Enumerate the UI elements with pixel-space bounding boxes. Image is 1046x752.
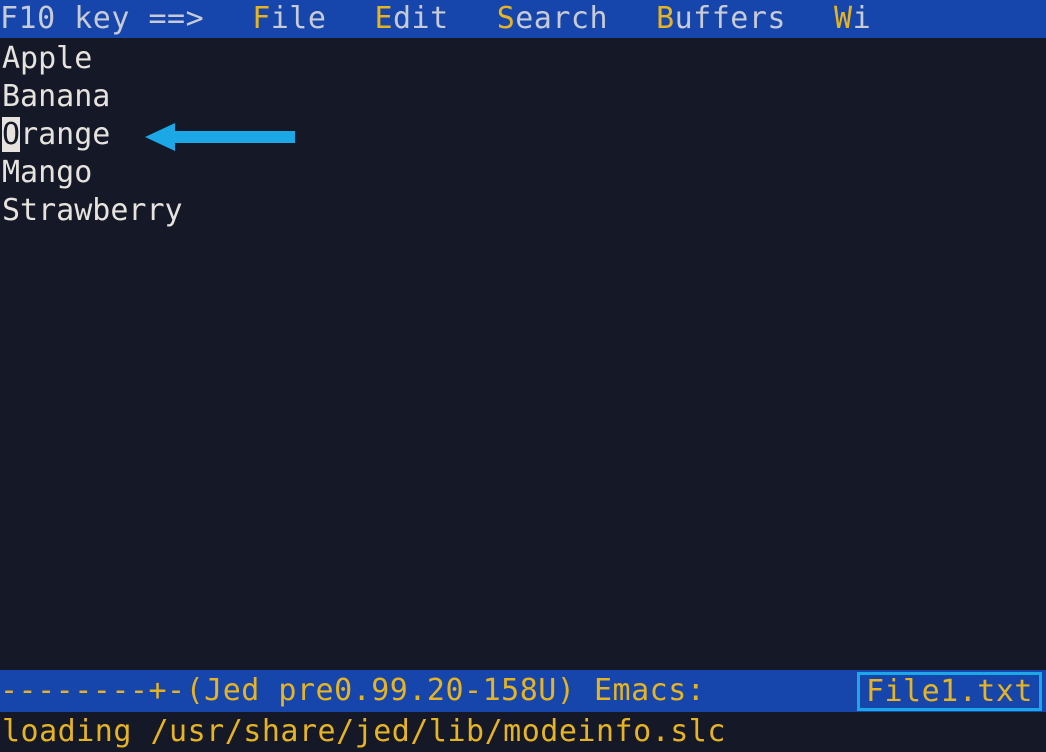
- minibuffer[interactable]: loading /usr/share/jed/lib/modeinfo.slc: [0, 712, 1046, 752]
- arrow-shaft: [175, 131, 295, 143]
- status-main: --------+-(Jed pre0.99.20-158U) Emacs:: [0, 672, 857, 710]
- minibuffer-text: loading /usr/share/jed/lib/modeinfo.slc: [2, 713, 726, 751]
- editor-line: Strawberry: [2, 192, 1046, 230]
- menu-buffers[interactable]: Buffers: [656, 0, 786, 38]
- annotation-arrow: [145, 123, 295, 151]
- menu-search[interactable]: Search: [497, 0, 608, 38]
- editor-line: Apple: [2, 40, 1046, 78]
- status-filename: File1.txt: [857, 672, 1042, 711]
- status-mode: Emacs:: [594, 673, 705, 708]
- menu-bar[interactable]: F10 key ==> File Edit Search Buffers Wi: [0, 0, 1046, 38]
- status-bar: --------+-(Jed pre0.99.20-158U) Emacs: F…: [0, 670, 1046, 712]
- editor-area[interactable]: AppleBananaOrangeMangoStrawberry: [0, 38, 1046, 670]
- editor-line: Mango: [2, 154, 1046, 192]
- status-indicator: --------+-(Jed pre0.99.20-158U): [0, 673, 575, 708]
- menu-file[interactable]: File: [252, 0, 326, 38]
- menu-windows[interactable]: Wi: [834, 0, 871, 38]
- menu-hint: F10 key ==>: [0, 0, 204, 38]
- arrow-left-icon: [145, 123, 175, 151]
- cursor: O: [2, 117, 20, 152]
- menu-edit[interactable]: Edit: [374, 0, 448, 38]
- editor-line: Banana: [2, 78, 1046, 116]
